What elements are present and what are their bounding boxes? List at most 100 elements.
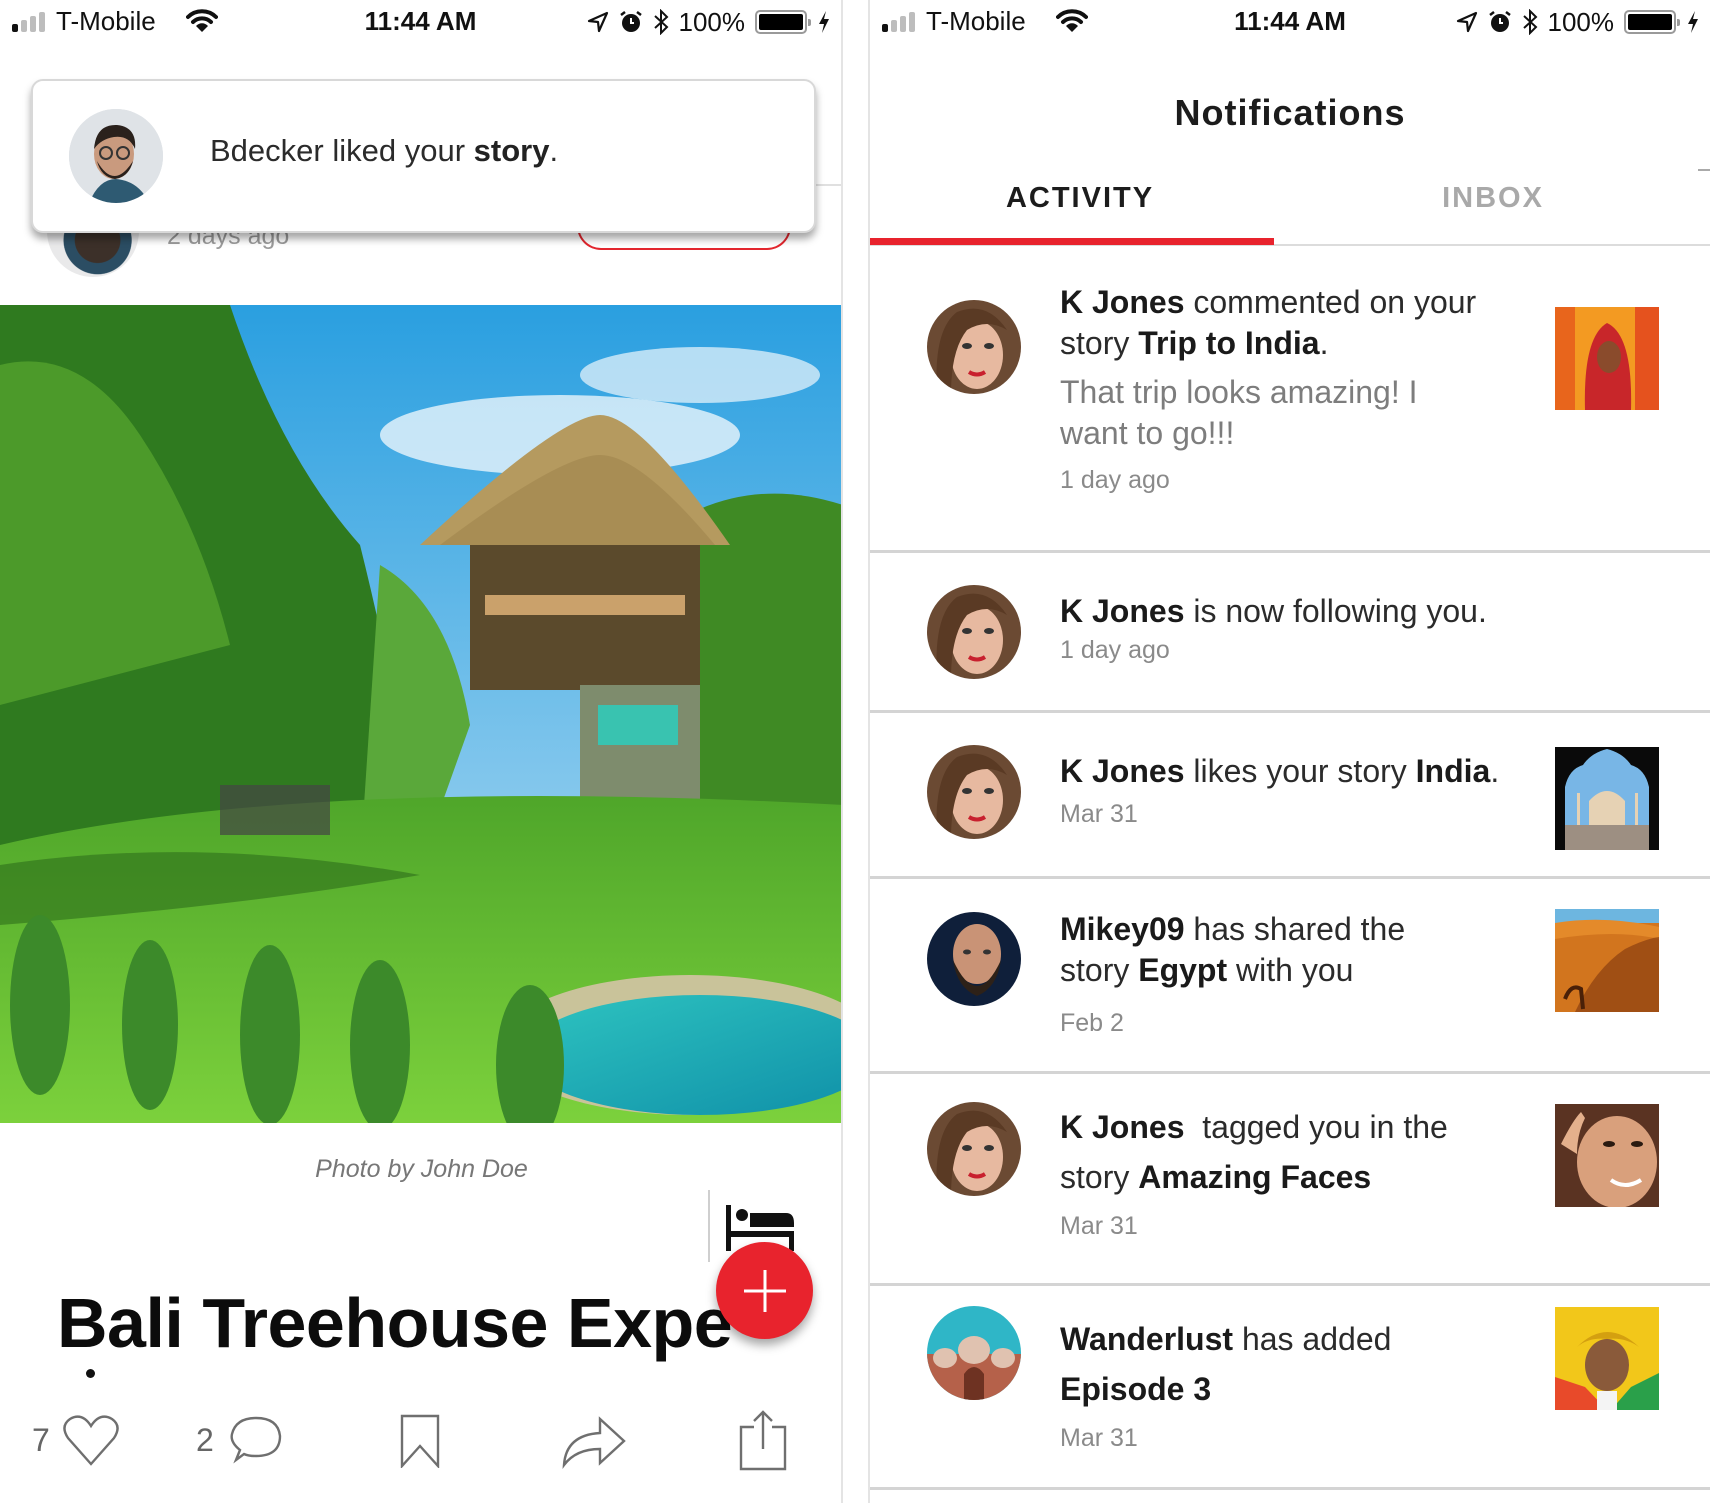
notification-item[interactable]: Wanderlust has added Episode 3 Mar 31 (870, 1286, 1710, 1490)
heart-icon (63, 1415, 119, 1466)
page-title: Notifications (1174, 92, 1406, 133)
notification-user[interactable]: Wanderlust (1060, 1321, 1233, 1357)
story-title: Bali Treehouse Expe (57, 1284, 733, 1362)
notification-item[interactable]: K Jones tagged you in the story Amazing … (870, 1074, 1710, 1286)
notifications-screen: T-Mobile 11:44 AM 100% Notifications ACT… (868, 0, 1710, 1503)
notification-story-link[interactable]: Trip to India (1138, 325, 1319, 361)
like-count: 7 (32, 1421, 50, 1458)
battery-icon (1624, 10, 1680, 34)
add-button[interactable] (716, 1242, 813, 1339)
notification-item[interactable]: K Jones likes your story India. Mar 31 (870, 713, 1710, 879)
mosque-avatar-icon (927, 1306, 1021, 1400)
story-photo[interactable] (0, 305, 841, 1123)
notification-banner[interactable]: Bdecker liked your story. (31, 79, 816, 233)
share-arrow-icon (562, 1416, 626, 1469)
woman-avatar-icon (927, 585, 1021, 679)
banner-avatar (69, 109, 163, 203)
user-avatar[interactable] (927, 300, 1021, 394)
banner-story-link: story (473, 133, 550, 168)
notification-text: K Jones commented on your story Trip to … (1060, 282, 1530, 496)
tab-activity[interactable]: ACTIVITY (870, 182, 1290, 215)
taj-mahal-thumbnail-icon (1555, 747, 1659, 850)
notification-text: K Jones tagged you in the story Amazing … (1060, 1102, 1480, 1242)
bearded-man-avatar-icon (927, 912, 1021, 1006)
user-avatar[interactable] (927, 585, 1021, 679)
bluetooth-icon (1522, 9, 1537, 35)
comment-icon (230, 1416, 281, 1464)
notification-time: Feb 2 (1060, 1009, 1124, 1037)
user-avatar[interactable] (927, 745, 1021, 839)
charging-bolt-icon (1688, 11, 1698, 33)
notification-comment: That trip looks amazing! I want to go!!! (1060, 374, 1418, 451)
screen-gap (843, 0, 868, 1503)
story-thumbnail[interactable] (1555, 1104, 1659, 1207)
share-button[interactable] (560, 1405, 628, 1475)
plus-icon (743, 1269, 786, 1312)
alarm-icon (619, 11, 642, 32)
banner-message: Bdecker liked your story. (210, 133, 558, 169)
story-screen: T-Mobile 11:44 AM 100% 2 days ago Bdecke… (0, 0, 843, 1503)
status-bar: T-Mobile 11:44 AM 100% (870, 0, 1710, 44)
title-bullet (86, 1369, 95, 1378)
photo-caption: Photo by John Doe (315, 1155, 528, 1183)
notification-action: has added (1233, 1321, 1392, 1357)
export-button[interactable] (738, 1405, 788, 1475)
banner-user: Bdecker (210, 133, 324, 168)
user-avatar[interactable] (927, 1306, 1021, 1400)
smiling-child-thumbnail-icon (1555, 1104, 1659, 1207)
charging-bolt-icon (819, 11, 829, 33)
woman-avatar-icon (927, 300, 1021, 394)
alarm-icon (1488, 11, 1511, 32)
location-arrow-icon (587, 11, 608, 33)
notification-punct: . (1490, 753, 1500, 789)
banner-punct: . (549, 133, 559, 168)
user-avatar[interactable] (927, 1102, 1021, 1196)
notification-user[interactable]: K Jones (1060, 753, 1184, 789)
notification-text: Wanderlust has added Episode 3 Mar 31 (1060, 1314, 1480, 1454)
notification-user[interactable]: K Jones (1060, 1109, 1184, 1145)
user-avatar[interactable] (927, 912, 1021, 1006)
notification-item[interactable]: K Jones commented on your story Trip to … (870, 248, 1710, 553)
bookmark-button[interactable] (398, 1405, 442, 1475)
child-in-yellow-hat-thumbnail-icon (1555, 1307, 1659, 1410)
notification-user[interactable]: K Jones (1060, 593, 1184, 629)
status-bar: T-Mobile 11:44 AM 100% (0, 0, 841, 44)
notification-user[interactable]: Mikey09 (1060, 911, 1185, 947)
story-thumbnail[interactable] (1555, 909, 1659, 1012)
notification-tabs: ACTIVITY INBOX (870, 170, 1710, 246)
notification-time: Mar 31 (1060, 800, 1138, 828)
battery-percent: 100% (1547, 6, 1615, 37)
location-arrow-icon (1456, 11, 1477, 33)
battery-percent: 100% (678, 6, 746, 37)
notification-story-link[interactable]: India (1416, 753, 1491, 789)
tab-inbox[interactable]: INBOX (1274, 182, 1710, 215)
notification-time: 1 day ago (1060, 636, 1170, 664)
woman-in-sari-thumbnail-icon (1555, 307, 1659, 410)
camels-desert-thumbnail-icon (1555, 909, 1659, 1012)
notification-time: 1 day ago (1060, 466, 1170, 494)
notification-episode-link[interactable]: Episode 3 (1060, 1371, 1211, 1407)
notification-text: Mikey09 has shared the story Egypt with … (1060, 909, 1480, 1039)
like-button[interactable]: 7 (32, 1405, 120, 1475)
notification-user[interactable]: K Jones (1060, 284, 1184, 320)
woman-avatar-icon (927, 1102, 1021, 1196)
notification-item[interactable]: Mikey09 has shared the story Egypt with … (870, 879, 1710, 1074)
story-thumbnail[interactable] (1555, 747, 1659, 850)
notification-time: Mar 31 (1060, 1424, 1138, 1452)
notification-text: K Jones likes your story India. Mar 31 (1060, 751, 1550, 830)
notification-story-link[interactable]: Egypt (1138, 952, 1227, 988)
comment-button[interactable]: 2 (196, 1405, 284, 1475)
woman-avatar-icon (927, 745, 1021, 839)
treehouse-photo-icon (0, 305, 841, 1123)
bluetooth-icon (653, 9, 668, 35)
notification-story-link[interactable]: Amazing Faces (1138, 1159, 1371, 1195)
notification-action: is now following you. (1184, 593, 1487, 629)
notification-item[interactable]: K Jones is now following you. 1 day ago (870, 553, 1710, 713)
battery-icon (755, 10, 811, 34)
story-thumbnail[interactable] (1555, 1307, 1659, 1410)
comment-count: 2 (196, 1421, 214, 1458)
active-tab-indicator (870, 238, 1274, 245)
story-thumbnail[interactable] (1555, 307, 1659, 410)
banner-text: liked your (323, 133, 474, 168)
notification-text: K Jones is now following you. 1 day ago (1060, 591, 1580, 666)
